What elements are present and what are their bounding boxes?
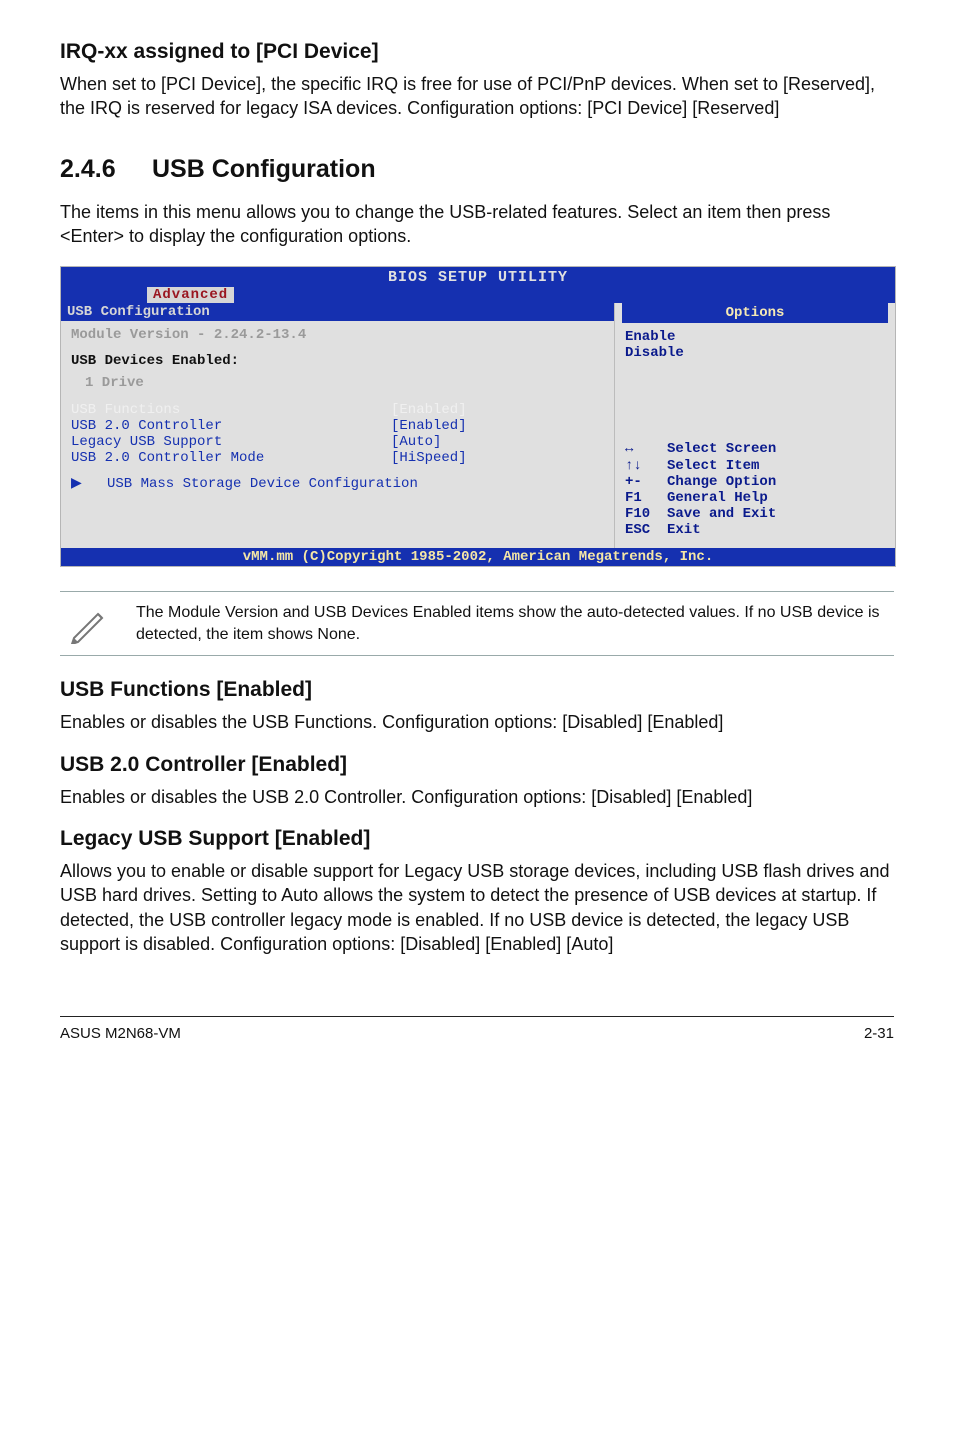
bios-tab-advanced[interactable]: Advanced xyxy=(147,287,234,303)
bios-control-label: General Help xyxy=(667,490,768,506)
key-f10-icon: F10 xyxy=(625,506,667,522)
bios-header-title: BIOS SETUP UTILITY xyxy=(388,269,568,286)
note-box: The Module Version and USB Devices Enabl… xyxy=(60,591,894,656)
usb-functions-body: Enables or disables the USB Functions. C… xyxy=(60,710,894,734)
bios-panel-title: USB Configuration xyxy=(61,303,614,321)
bios-control-label: Change Option xyxy=(667,474,776,490)
legacy-body: Allows you to enable or disable support … xyxy=(60,859,894,956)
bios-options-title: Options xyxy=(622,303,888,323)
page-footer: ASUS M2N68-VM 2-31 xyxy=(60,1016,894,1042)
bios-header: BIOS SETUP UTILITY Advanced xyxy=(61,267,895,303)
bios-control-label: Select Item xyxy=(667,458,759,474)
bios-row-value: [Enabled] xyxy=(391,418,467,434)
bios-left-pane: USB Configuration Module Version - 2.24.… xyxy=(61,303,615,548)
bios-tab-row: Advanced xyxy=(61,286,954,303)
bios-control-general-help: F1 General Help xyxy=(625,490,885,506)
legacy-title: Legacy USB Support [Enabled] xyxy=(60,827,894,851)
irq-title: IRQ-xx assigned to [PCI Device] xyxy=(60,40,894,64)
chapter-intro: The items in this menu allows you to cha… xyxy=(60,200,894,249)
bios-control-save-exit: F10 Save and Exit xyxy=(625,506,885,522)
bios-control-label: Save and Exit xyxy=(667,506,776,522)
arrows-lr-icon: ↔ xyxy=(625,441,667,457)
chapter-title: USB Configuration xyxy=(152,155,376,183)
bios-option-enable[interactable]: Enable xyxy=(625,329,885,345)
bios-right-pane: Options Enable Disable ↔ Select Screen ↑… xyxy=(615,303,895,548)
bios-control-select-item: ↑↓ Select Item xyxy=(625,458,885,474)
bios-devices-header: USB Devices Enabled: xyxy=(71,353,604,369)
bios-row-usb20-controller[interactable]: USB 2.0 Controller [Enabled] xyxy=(71,418,604,434)
bios-control-select-screen: ↔ Select Screen xyxy=(625,441,885,457)
bios-copyright: vMM.mm (C)Copyright 1985-2002, American … xyxy=(61,548,895,566)
bios-control-exit: ESC Exit xyxy=(625,522,885,538)
chapter-heading: 2.4.6USB Configuration xyxy=(60,155,894,184)
key-f1-icon: F1 xyxy=(625,490,667,506)
bios-row-usb20-mode[interactable]: USB 2.0 Controller Mode [HiSpeed] xyxy=(71,450,604,466)
bios-row-label: USB 2.0 Controller xyxy=(71,418,391,434)
triangle-right-icon: ▶ xyxy=(71,476,82,492)
bios-row-legacy-usb[interactable]: Legacy USB Support [Auto] xyxy=(71,434,604,450)
bios-submenu[interactable]: ▶ USB Mass Storage Device Configuration xyxy=(71,476,604,492)
plus-minus-icon: +- xyxy=(625,474,667,490)
bios-panel: BIOS SETUP UTILITY Advanced USB Configur… xyxy=(60,266,896,567)
bios-row-label: USB 2.0 Controller Mode xyxy=(71,450,391,466)
bios-row-label: Legacy USB Support xyxy=(71,434,391,450)
bios-row-usb-functions[interactable]: USB Functions [Enabled] xyxy=(71,402,604,418)
bios-devices-value: 1 Drive xyxy=(71,375,604,391)
bios-row-label: USB Functions xyxy=(71,402,391,418)
bios-control-label: Exit xyxy=(667,522,701,538)
bios-option-disable[interactable]: Disable xyxy=(625,345,885,361)
usb20-body: Enables or disables the USB 2.0 Controll… xyxy=(60,785,894,809)
pencil-icon xyxy=(66,604,110,644)
footer-left: ASUS M2N68-VM xyxy=(60,1025,181,1042)
usb-functions-title: USB Functions [Enabled] xyxy=(60,678,894,702)
bios-submenu-label: USB Mass Storage Device Configuration xyxy=(107,476,418,492)
bios-module-version: Module Version - 2.24.2-13.4 xyxy=(71,327,604,343)
usb20-title: USB 2.0 Controller [Enabled] xyxy=(60,753,894,777)
arrows-ud-icon: ↑↓ xyxy=(625,458,667,474)
note-text: The Module Version and USB Devices Enabl… xyxy=(136,602,888,645)
bios-body: USB Configuration Module Version - 2.24.… xyxy=(61,303,895,548)
bios-row-value: [HiSpeed] xyxy=(391,450,467,466)
chapter-number: 2.4.6 xyxy=(60,155,152,184)
footer-right: 2-31 xyxy=(864,1025,894,1042)
bios-control-label: Select Screen xyxy=(667,441,776,457)
irq-body: When set to [PCI Device], the specific I… xyxy=(60,72,894,121)
key-esc-icon: ESC xyxy=(625,522,667,538)
bios-row-value: [Auto] xyxy=(391,434,441,450)
bios-row-value: [Enabled] xyxy=(391,402,467,418)
bios-control-change-option: +- Change Option xyxy=(625,474,885,490)
